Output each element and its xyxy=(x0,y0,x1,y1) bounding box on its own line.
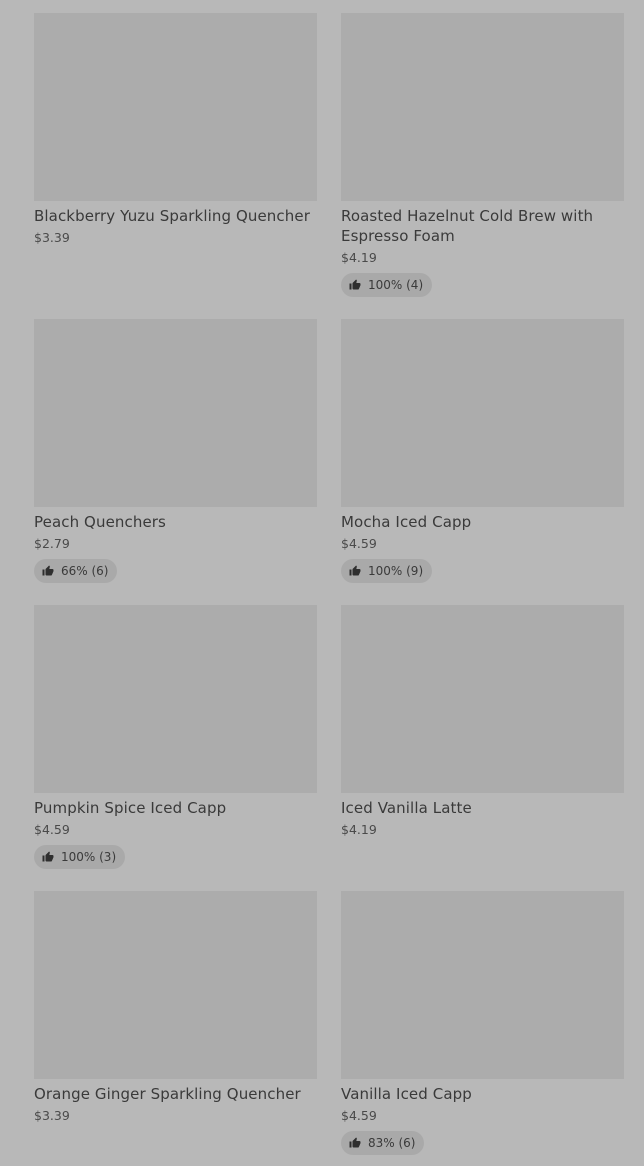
rating-badge: 100% (9) xyxy=(341,559,433,583)
product-image[interactable] xyxy=(34,891,317,1079)
thumbs-up-icon xyxy=(349,279,361,290)
product-name[interactable]: Mocha Iced Capp xyxy=(341,512,624,532)
product-name[interactable]: Blackberry Yuzu Sparkling Quencher xyxy=(34,206,317,226)
product-card[interactable]: Vanilla Iced Capp $4.59 83% (6) xyxy=(341,891,624,1155)
thumbs-up-icon xyxy=(42,565,54,576)
rating-text: 100% (4) xyxy=(368,278,424,292)
product-grid: Blackberry Yuzu Sparkling Quencher $3.39… xyxy=(0,0,644,1166)
product-card[interactable]: Peach Quenchers $2.79 66% (6) xyxy=(34,319,317,583)
product-card[interactable]: Orange Ginger Sparkling Quencher $3.39 xyxy=(34,891,317,1124)
product-image[interactable] xyxy=(341,605,624,793)
rating-text: 83% (6) xyxy=(368,1136,416,1150)
thumbs-up-icon xyxy=(349,565,361,576)
product-card[interactable]: Roasted Hazelnut Cold Brew with Espresso… xyxy=(341,13,624,297)
product-name[interactable]: Iced Vanilla Latte xyxy=(341,798,624,818)
product-name[interactable]: Pumpkin Spice Iced Capp xyxy=(34,798,317,818)
product-image[interactable] xyxy=(34,319,317,507)
product-image[interactable] xyxy=(341,319,624,507)
product-name[interactable]: Orange Ginger Sparkling Quencher xyxy=(34,1084,317,1104)
product-image[interactable] xyxy=(34,605,317,793)
product-image[interactable] xyxy=(34,13,317,201)
product-card[interactable]: Mocha Iced Capp $4.59 100% (9) xyxy=(341,319,624,583)
product-price: $2.79 xyxy=(34,536,70,551)
rating-badge: 100% (3) xyxy=(34,845,126,869)
product-card[interactable]: Blackberry Yuzu Sparkling Quencher $3.39 xyxy=(34,13,317,246)
product-name[interactable]: Vanilla Iced Capp xyxy=(341,1084,624,1104)
rating-badge: 66% (6) xyxy=(34,559,118,583)
rating-badge: 83% (6) xyxy=(341,1131,425,1155)
rating-badge: 100% (4) xyxy=(341,273,433,297)
product-price: $4.59 xyxy=(341,536,377,551)
product-price: $4.59 xyxy=(341,1108,377,1123)
product-card[interactable]: Pumpkin Spice Iced Capp $4.59 100% (3) xyxy=(34,605,317,869)
rating-text: 100% (9) xyxy=(368,564,424,578)
thumbs-up-icon xyxy=(42,851,54,862)
product-price: $4.59 xyxy=(34,822,70,837)
rating-text: 100% (3) xyxy=(61,850,117,864)
product-price: $4.19 xyxy=(341,250,377,265)
product-price: $4.19 xyxy=(341,822,377,837)
thumbs-up-icon xyxy=(349,1137,361,1148)
product-image[interactable] xyxy=(341,13,624,201)
product-name[interactable]: Roasted Hazelnut Cold Brew with Espresso… xyxy=(341,206,624,246)
product-price: $3.39 xyxy=(34,230,70,245)
rating-text: 66% (6) xyxy=(61,564,109,578)
product-card[interactable]: Iced Vanilla Latte $4.19 xyxy=(341,605,624,838)
product-image[interactable] xyxy=(341,891,624,1079)
product-name[interactable]: Peach Quenchers xyxy=(34,512,317,532)
product-price: $3.39 xyxy=(34,1108,70,1123)
